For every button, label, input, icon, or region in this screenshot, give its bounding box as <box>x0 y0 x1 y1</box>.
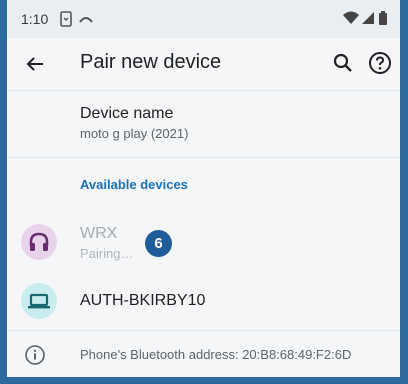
device-row-wrx[interactable]: WRX Pairing… <box>7 218 400 270</box>
back-arrow-icon[interactable] <box>23 52 47 76</box>
device-name: AUTH-BKIRBY10 <box>80 292 206 309</box>
headphones-icon <box>29 232 49 251</box>
cast-notification-icon <box>79 17 93 23</box>
device-name-setting[interactable]: Device name moto g play (2021) <box>7 91 400 158</box>
device-name-value: moto g play (2021) <box>80 126 189 141</box>
step-number-badge: 6 <box>145 230 172 257</box>
device-avatar <box>21 224 57 260</box>
wifi-icon <box>343 11 359 24</box>
device-status: Pairing… <box>80 246 134 261</box>
device-avatar <box>21 283 57 319</box>
help-icon[interactable] <box>368 51 392 75</box>
bluetooth-address-text: Phone's Bluetooth address: 20:B8:68:49:F… <box>80 347 352 362</box>
status-time: 1:10 <box>21 11 49 27</box>
status-bar: 1:10 <box>7 0 400 38</box>
bluetooth-address-info: Phone's Bluetooth address: 20:B8:68:49:F… <box>7 330 400 377</box>
signal-icon <box>362 12 374 24</box>
phone-screen: 1:10 Pair new device Device name moto g … <box>7 0 400 377</box>
screenshot-notification-icon <box>60 11 72 27</box>
info-icon <box>25 345 45 365</box>
battery-icon <box>379 11 387 25</box>
search-icon[interactable] <box>331 51 355 75</box>
available-devices-header: Available devices <box>80 177 188 192</box>
laptop-icon <box>28 293 50 309</box>
device-name-label: Device name <box>80 105 174 122</box>
device-name: WRX <box>80 225 118 242</box>
page-title: Pair new device <box>80 51 222 73</box>
app-toolbar: Pair new device <box>7 38 400 91</box>
device-row-auth-bkirby10[interactable]: AUTH-BKIRBY10 <box>7 280 400 328</box>
